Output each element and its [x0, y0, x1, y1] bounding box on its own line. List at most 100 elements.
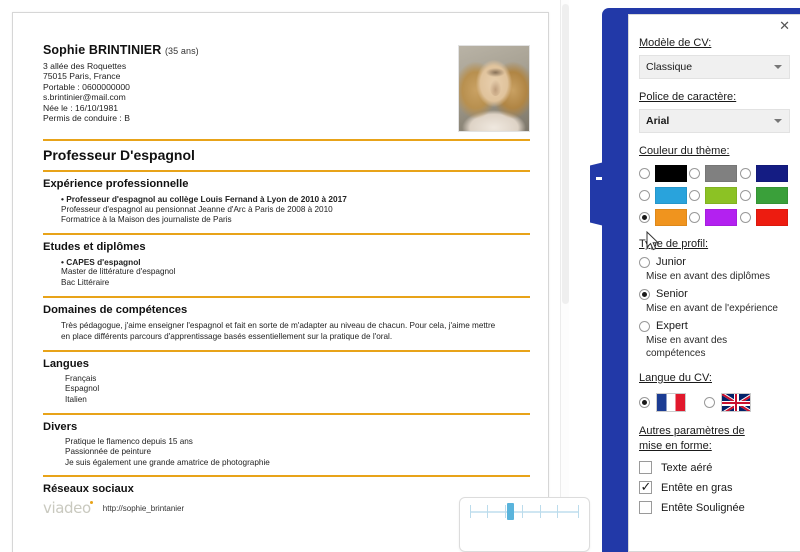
langue-line: Français	[65, 373, 97, 383]
color-radio[interactable]	[739, 212, 751, 223]
checkbox-row-texte-aere[interactable]: Texte aéré	[639, 461, 790, 474]
langues-content[interactable]: Français Espagnol Italien	[43, 374, 530, 406]
theme-color-grid	[639, 165, 790, 226]
profile-option-expert[interactable]: Expert	[639, 320, 790, 332]
contact-line: s.brintinier@mail.com	[43, 92, 126, 103]
document-vertical-scrollbar[interactable]	[560, 0, 569, 552]
uk-flag-icon[interactable]	[721, 393, 751, 412]
font-select[interactable]: Arial	[639, 109, 790, 133]
color-swatch[interactable]	[655, 165, 687, 182]
profile-radio-selected[interactable]	[639, 288, 650, 300]
divers-content[interactable]: Pratique le flamenco depuis 15 ans Passi…	[43, 437, 530, 469]
cv-candidate-name[interactable]: Sophie BRINTINIER (35 ans)	[43, 43, 448, 59]
section-title-competences[interactable]: Domaines de compétences	[43, 304, 530, 316]
color-swatch[interactable]	[655, 187, 687, 204]
profile-option-desc: Mise en avant de l'expérience	[646, 303, 778, 314]
cv-job-title[interactable]: Professeur D'espagnol	[43, 147, 530, 163]
color-swatch[interactable]	[755, 209, 788, 226]
color-swatch[interactable]	[755, 187, 788, 204]
color-option-orange[interactable]	[639, 209, 689, 226]
color-radio-selected[interactable]	[639, 212, 650, 223]
color-option-vert[interactable]	[739, 187, 790, 204]
color-option-rouge[interactable]	[739, 209, 790, 226]
experience-line: Formatrice à la Maison des journaliste d…	[61, 215, 232, 225]
color-radio[interactable]	[689, 190, 701, 201]
zoom-slider-thumb[interactable]	[507, 503, 514, 520]
contact-line: Née le : 16/10/1981	[43, 102, 119, 113]
cv-header: Sophie BRINTINIER (35 ans) 3 allée des R…	[43, 43, 530, 132]
color-option-bleu-marine[interactable]	[739, 165, 790, 182]
etudes-bullet: • CAPES d'espagnol	[61, 256, 141, 267]
color-swatch[interactable]	[705, 209, 738, 226]
color-radio[interactable]	[689, 212, 701, 223]
profile-radio[interactable]	[639, 256, 650, 268]
section-title-langues[interactable]: Langues	[43, 358, 530, 370]
section-divider	[43, 170, 530, 172]
section-title-experience[interactable]: Expérience professionnelle	[43, 178, 530, 190]
color-option-gris[interactable]	[689, 165, 739, 182]
profile-option-label: Expert	[656, 320, 688, 332]
scrollbar-thumb[interactable]	[562, 4, 569, 304]
checkbox-entete-soulignee[interactable]	[639, 501, 652, 514]
color-swatch[interactable]	[755, 165, 788, 182]
zoom-slider-widget[interactable]	[459, 497, 590, 552]
profile-option-label: Junior	[656, 256, 686, 268]
color-row	[639, 165, 790, 182]
color-swatch[interactable]	[705, 165, 738, 182]
section-title-etudes[interactable]: Etudes et diplômes	[43, 241, 530, 253]
color-option-noir[interactable]	[639, 165, 689, 182]
section-divider	[43, 232, 530, 235]
color-swatch[interactable]	[655, 209, 687, 226]
checkbox-row-entete-soulignee[interactable]: Entête Soulignée	[639, 501, 790, 514]
color-radio[interactable]	[689, 168, 701, 179]
cv-language-options	[639, 393, 790, 412]
contact-line: Portable : 0600000000	[43, 81, 130, 92]
chevron-down-icon	[774, 119, 782, 123]
competences-paragraph[interactable]: Très pédagogue, j'aime enseigner l'espag…	[43, 320, 530, 343]
profile-option-senior[interactable]: Senior	[639, 288, 790, 300]
font-label: Police de caractère:	[639, 91, 737, 103]
divers-line: Passionnée de peinture	[65, 447, 152, 457]
color-option-violet[interactable]	[689, 209, 739, 226]
section-title-divers[interactable]: Divers	[43, 421, 530, 433]
divers-line: Pratique le flamenco depuis 15 ans	[65, 436, 193, 446]
color-swatch[interactable]	[705, 187, 738, 204]
langue-line: Espagnol	[65, 384, 100, 394]
cv-language-label: Langue du CV:	[639, 372, 712, 384]
color-radio[interactable]	[739, 168, 751, 179]
experience-bullet: • Professeur d'espagnol au collège Louis…	[61, 194, 347, 204]
language-radio-anglais[interactable]	[704, 397, 715, 408]
template-select[interactable]: Classique	[639, 55, 790, 79]
color-option-vert-clair[interactable]	[689, 187, 739, 204]
profile-option-desc: Mise en avant des compétences	[646, 335, 728, 359]
contact-line: Permis de conduire : B	[43, 113, 130, 124]
contact-line: 75015 Paris, France	[43, 71, 121, 82]
section-divider	[43, 295, 530, 298]
chevron-down-icon	[774, 65, 782, 69]
checkbox-texte-aere[interactable]	[639, 461, 652, 474]
close-icon[interactable]: ✕	[779, 19, 790, 32]
checkbox-entete-gras[interactable]	[639, 479, 652, 494]
color-radio[interactable]	[639, 190, 650, 201]
app-root: Sophie BRINTINIER (35 ans) 3 allée des R…	[0, 0, 800, 552]
checkbox-row-entete-gras[interactable]: Entête en gras	[639, 479, 790, 494]
font-select-value: Arial	[646, 115, 670, 127]
cv-portrait-photo[interactable]	[458, 45, 530, 132]
etudes-line: Bac Littéraire	[61, 277, 110, 287]
color-radio[interactable]	[739, 190, 751, 201]
cv-document-page[interactable]: Sophie BRINTINIER (35 ans) 3 allée des R…	[12, 12, 549, 552]
profile-radio[interactable]	[639, 320, 650, 332]
social-network-row[interactable]: viadeo http://sophie_brintanier	[43, 499, 530, 517]
color-option-bleu-ciel[interactable]	[639, 187, 689, 204]
other-params-label: Autres paramètres de mise en forme:	[639, 424, 790, 454]
fr-flag-icon[interactable]	[656, 393, 686, 412]
etudes-content[interactable]: • CAPES d'espagnol Master de littérature…	[43, 257, 530, 289]
section-title-reseaux[interactable]: Réseaux sociaux	[43, 483, 530, 495]
social-profile-url[interactable]: http://sophie_brintanier	[103, 504, 184, 513]
cv-contact-block[interactable]: 3 allée des Roquettes 75015 Paris, Franc…	[43, 61, 448, 123]
profile-option-label: Senior	[656, 288, 688, 300]
language-radio-francais[interactable]	[639, 397, 650, 408]
experience-content[interactable]: • Professeur d'espagnol au collège Louis…	[43, 194, 530, 226]
color-radio[interactable]	[639, 168, 650, 179]
profile-option-junior[interactable]: Junior	[639, 256, 790, 268]
